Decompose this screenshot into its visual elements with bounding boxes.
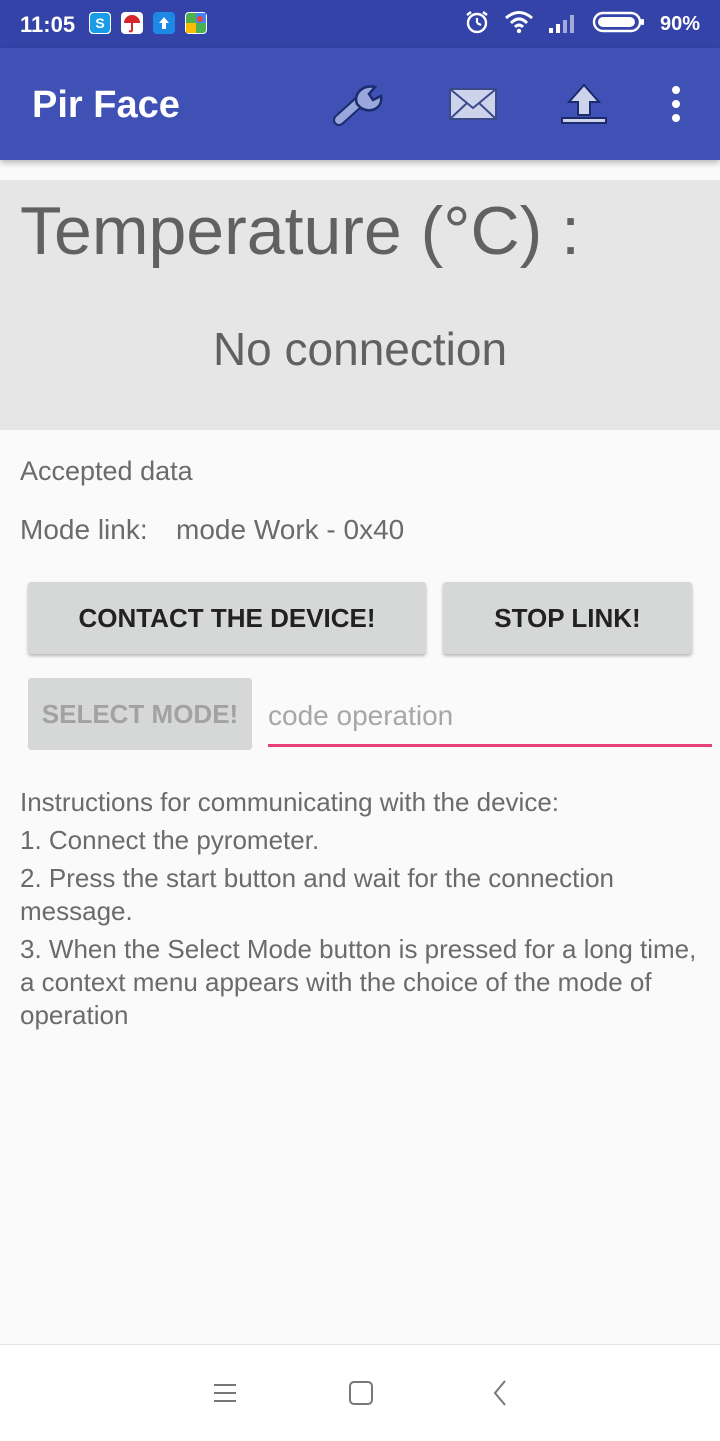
- select-mode-button[interactable]: SELECT MODE!: [28, 678, 252, 750]
- settings-button[interactable]: [333, 78, 393, 130]
- stop-link-button[interactable]: STOP LINK!: [443, 582, 692, 654]
- status-bar: 11:05 S 90%: [0, 0, 720, 48]
- navigation-bar: [0, 1344, 720, 1441]
- instructions-heading: Instructions for communicating with the …: [20, 787, 560, 817]
- svg-text:S: S: [95, 15, 104, 31]
- mode-link-value: mode Work - 0x40: [176, 514, 405, 545]
- battery-icon: [592, 10, 646, 39]
- upload-icon: [561, 83, 607, 124]
- battery-percent: 90%: [659, 12, 700, 35]
- instructions: Instructions for communicating with the …: [20, 786, 700, 1037]
- accepted-data-text: Accepted data: [20, 456, 193, 486]
- home-nav-button[interactable]: [341, 1373, 381, 1413]
- temperature-panel: Temperature (°C) :: [0, 180, 720, 430]
- contact-device-button[interactable]: CONTACT THE DEVICE!: [28, 582, 426, 654]
- umbrella-app-icon: [121, 12, 143, 34]
- back-nav-button[interactable]: [480, 1373, 520, 1413]
- system-icons: 90%: [464, 0, 700, 48]
- menu-icon: [214, 1384, 236, 1402]
- signal-icon: [548, 10, 578, 39]
- code-operation-input[interactable]: [268, 688, 712, 747]
- alarm-icon: [464, 9, 490, 40]
- back-icon: [493, 1380, 506, 1406]
- wrench-icon: [333, 85, 383, 126]
- instruction-step-3: 3. When the Select Mode button is presse…: [20, 934, 697, 1030]
- overflow-menu-icon: [672, 86, 680, 122]
- home-icon: [349, 1381, 373, 1405]
- app-title: Pir Face: [32, 84, 180, 126]
- mode-link-label: Mode link:: [20, 514, 148, 545]
- instruction-step-2: 2. Press the start button and wait for t…: [20, 863, 615, 926]
- upload-button[interactable]: [554, 78, 614, 130]
- menu-nav-button[interactable]: [205, 1373, 245, 1413]
- overflow-menu-button[interactable]: [646, 78, 706, 130]
- temperature-label: Temperature (°C) :: [20, 193, 581, 269]
- instruction-step-1: 1. Connect the pyrometer.: [20, 825, 320, 855]
- maps-icon: [185, 12, 207, 34]
- mail-button[interactable]: [443, 78, 503, 130]
- upload-app-icon: [153, 12, 175, 34]
- status-time: 11:05: [20, 12, 76, 37]
- mail-icon: [449, 88, 497, 120]
- temperature-value: No connection: [212, 323, 508, 375]
- skype-icon: S: [89, 12, 111, 34]
- wifi-icon: [504, 10, 534, 39]
- app-bar: Pir Face: [0, 48, 720, 160]
